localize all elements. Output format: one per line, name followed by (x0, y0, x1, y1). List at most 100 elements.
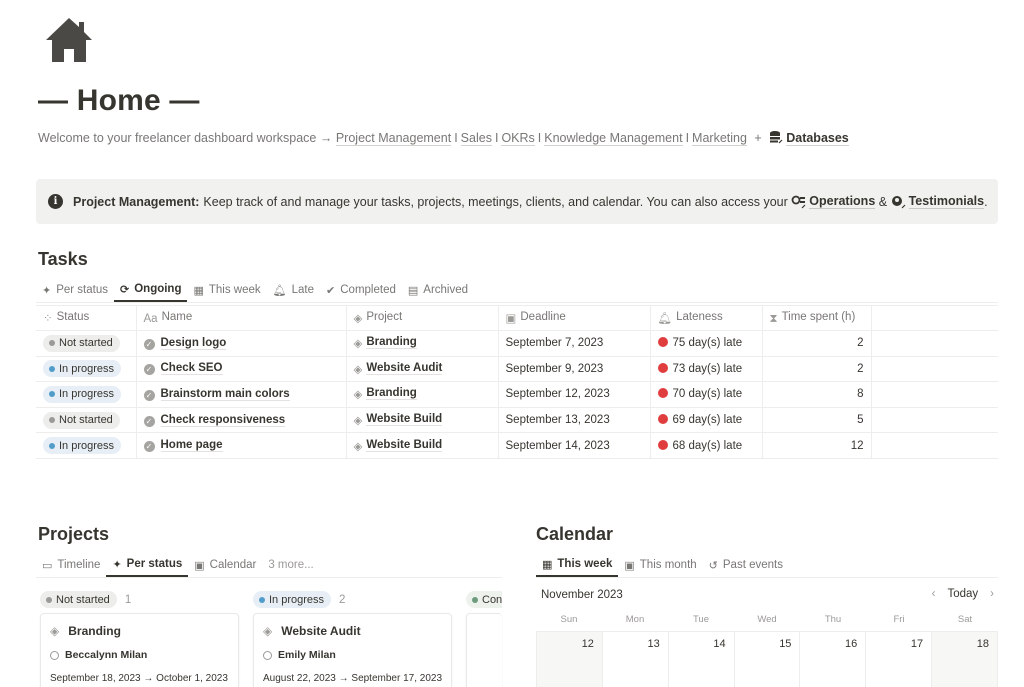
tab-per-status[interactable]: ✦ Per status (106, 553, 189, 577)
group-count: 1 (124, 593, 132, 606)
link-databases[interactable]: Databases (786, 131, 849, 146)
separator: I (537, 131, 542, 145)
tab-this-month[interactable]: ▣ This month (618, 553, 702, 577)
table-row[interactable]: Not started ✓ Design logo ◈ Branding Septembe… (36, 330, 998, 357)
calendar-day[interactable]: 17 (866, 632, 933, 687)
status-dot (49, 340, 55, 347)
project-cell[interactable]: ◈ Website Build (346, 407, 499, 434)
calendar-day[interactable]: 15 (735, 632, 801, 687)
calendar-icon: ▣ (505, 313, 517, 325)
status-cell[interactable]: In progress (36, 356, 137, 383)
project-link[interactable]: Website Audit (366, 361, 443, 375)
link-marketing[interactable]: Marketing (692, 131, 747, 146)
deadline-cell[interactable]: September 9, 2023 (498, 356, 651, 383)
timeline-icon: ▭ (42, 559, 53, 572)
calendar-icon: ▦ (193, 284, 204, 297)
group-count: 2 (339, 593, 346, 606)
project-cell[interactable]: ◈ Branding (346, 381, 499, 408)
group-in-progress[interactable]: In progress 2 (253, 591, 345, 608)
today-button[interactable]: Today (947, 588, 978, 600)
status-dot (49, 365, 55, 372)
deadline-cell[interactable]: September 13, 2023 (498, 407, 651, 434)
tab-ongoing[interactable]: ⟳ Ongoing (114, 278, 188, 302)
name-cell[interactable]: ✓ Check SEO (136, 356, 347, 383)
table-row[interactable]: In progress ✓ Check SEO ◈ Website Audit Septe… (36, 356, 998, 383)
calendar-day[interactable]: 16 (800, 632, 867, 687)
ampersand: & (878, 194, 888, 209)
link-project-management[interactable]: Project Management (335, 131, 452, 146)
project-link[interactable]: Branding (366, 387, 417, 401)
next-week-button[interactable]: › (990, 588, 994, 600)
person-icon (263, 650, 272, 660)
table-row[interactable]: Not started ✓ Check responsiveness ◈ Website… (36, 407, 998, 434)
time-spent-cell[interactable]: 5 (762, 407, 872, 434)
link-knowledge-management[interactable]: Knowledge Management (544, 131, 683, 146)
status-cell[interactable]: In progress (36, 432, 137, 459)
project-card-partial[interactable] (466, 613, 502, 687)
column-label: Project (366, 311, 403, 323)
tab-this-week[interactable]: ▦ This week (536, 553, 619, 577)
status-cell[interactable]: Not started (36, 407, 137, 434)
task-name[interactable]: Check responsiveness (160, 413, 286, 427)
name-cell[interactable]: ✓ Home page (136, 432, 347, 459)
calendar-day[interactable]: 13 (603, 632, 669, 687)
project-card[interactable]: ◈ Website Audit Emily Milan August 22, 20… (253, 613, 452, 687)
time-spent-cell[interactable]: 2 (762, 330, 872, 357)
project-card[interactable]: ◈ Branding Beccalynn Milan September 18, … (40, 613, 239, 687)
project-cell[interactable]: ◈ Website Build (346, 432, 499, 459)
link-operations[interactable]: Operations (809, 194, 876, 209)
task-name[interactable]: Design logo (160, 336, 227, 350)
column-name[interactable]: Aa Name (136, 305, 347, 331)
link-okrs[interactable]: OKRs (501, 131, 535, 146)
tab-calendar[interactable]: ▣ Calendar (188, 553, 262, 577)
status-pill: Not started (43, 334, 120, 352)
calendar-day[interactable]: 18 (932, 632, 998, 687)
column-lateness[interactable]: 🔔︎ Lateness (650, 305, 763, 331)
project-cell[interactable]: ◈ Branding (346, 330, 499, 357)
group-completed[interactable]: Con (466, 591, 502, 608)
pill-label: In progress (269, 593, 325, 606)
deadline-cell[interactable]: September 14, 2023 (498, 432, 651, 459)
lateness-label: 68 day(s) late (672, 439, 743, 452)
tab-completed[interactable]: ✔ Completed (320, 278, 402, 302)
status-cell[interactable]: Not started (36, 330, 137, 357)
calendar-day[interactable]: 12 (537, 632, 603, 687)
task-name[interactable]: Check SEO (160, 362, 223, 376)
tab-archived[interactable]: ▤ Archived (402, 278, 474, 302)
tab-more[interactable]: 3 more... (262, 553, 319, 577)
task-name[interactable]: Home page (160, 439, 223, 453)
project-link[interactable]: Website Build (366, 413, 443, 427)
name-cell[interactable]: ✓ Check responsiveness (136, 407, 347, 434)
calendar-day[interactable]: 14 (669, 632, 735, 687)
deadline-cell[interactable]: September 12, 2023 (498, 381, 651, 408)
tasks-table: ⁘ Status Aa Name ◈ Project ▣ Deadline 🔔︎ Late… (36, 305, 998, 459)
link-sales[interactable]: Sales (460, 131, 492, 146)
column-project[interactable]: ◈ Project (346, 305, 499, 331)
tab-late[interactable]: 🔔︎ Late (267, 278, 320, 302)
group-not-started[interactable]: Not started 1 (40, 591, 131, 608)
time-spent-cell[interactable]: 12 (762, 432, 872, 459)
deadline-cell[interactable]: September 7, 2023 (498, 330, 651, 357)
name-cell[interactable]: ✓ Brainstorm main colors (136, 381, 347, 408)
status-cell[interactable]: In progress (36, 381, 137, 408)
column-time-spent[interactable]: ⧗ Time spent (h) (762, 305, 872, 331)
time-spent-cell[interactable]: 8 (762, 381, 872, 408)
tasks-tabs: ✦ Per status ⟳ Ongoing ▦ This week 🔔︎ Late ✔… (36, 278, 998, 303)
project-cell[interactable]: ◈ Website Audit (346, 356, 499, 383)
prev-week-button[interactable]: ‹ (932, 588, 936, 600)
tab-per-status[interactable]: ✦ Per status (36, 278, 114, 302)
name-cell[interactable]: ✓ Design logo (136, 330, 347, 357)
column-deadline[interactable]: ▣ Deadline (498, 305, 651, 331)
table-row[interactable]: In progress ✓ Brainstorm main colors ◈ Brand… (36, 381, 998, 408)
time-spent-cell[interactable]: 2 (762, 356, 872, 383)
task-name[interactable]: Brainstorm main colors (160, 387, 290, 401)
lateness-label: 69 day(s) late (672, 414, 743, 427)
table-row[interactable]: In progress ✓ Home page ◈ Website Build Septe… (36, 432, 998, 459)
project-link[interactable]: Branding (366, 336, 417, 350)
tab-timeline[interactable]: ▭ Timeline (36, 553, 106, 577)
column-status[interactable]: ⁘ Status (36, 305, 137, 331)
project-link[interactable]: Website Build (366, 438, 443, 452)
link-testimonials[interactable]: Testimonials (908, 194, 985, 209)
tab-past-events[interactable]: ↺ Past events (703, 553, 789, 577)
tab-this-week[interactable]: ▦ This week (187, 278, 266, 302)
